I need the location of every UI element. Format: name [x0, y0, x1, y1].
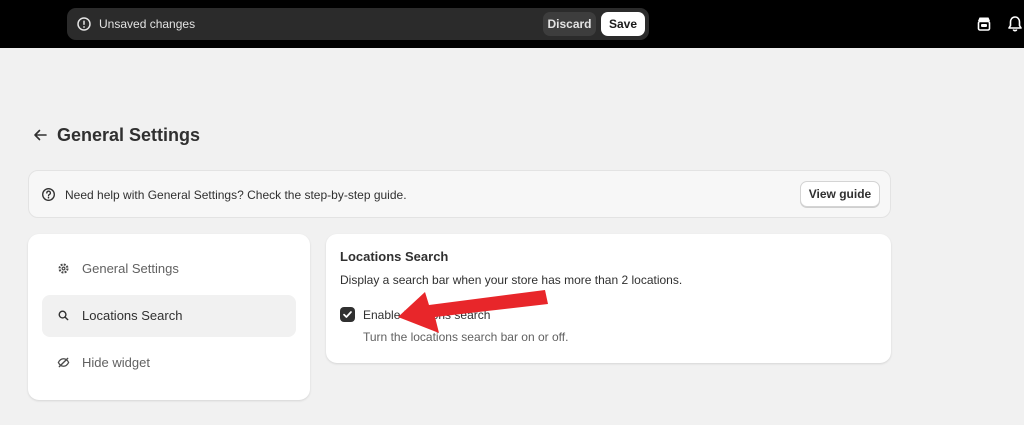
unsaved-changes-text: Unsaved changes: [99, 17, 196, 31]
page-title: General Settings: [57, 125, 201, 145]
settings-sidebar: General Settings Locations Search Hide w…: [28, 234, 310, 400]
view-guide-button[interactable]: View guide: [800, 181, 880, 207]
bell-icon[interactable]: [1005, 14, 1024, 34]
sidebar-item-hide-widget[interactable]: Hide widget: [42, 342, 296, 384]
sidebar-item-label: Hide widget: [82, 355, 150, 370]
checkmark-icon: [343, 311, 352, 318]
eye-off-icon: [57, 357, 70, 368]
sidebar-item-label: Locations Search: [82, 308, 183, 323]
sidebar-item-locations-search[interactable]: Locations Search: [42, 295, 296, 337]
alert-circle-icon: [77, 17, 91, 31]
save-button[interactable]: Save: [601, 12, 645, 36]
sidebar-item-label: General Settings: [82, 261, 179, 276]
discard-button[interactable]: Discard: [543, 12, 596, 36]
help-banner: Need help with General Settings? Check t…: [28, 170, 891, 218]
gear-icon: [58, 263, 69, 274]
top-bar: Unsaved changes Discard Save: [0, 0, 1024, 48]
question-circle-icon: [42, 188, 55, 201]
enable-locations-search-checkbox[interactable]: [340, 307, 355, 322]
unsaved-changes-bar: Unsaved changes Discard Save: [67, 8, 649, 40]
red-arrow-annotation: [398, 290, 548, 333]
section-title: Locations Search: [340, 249, 449, 264]
help-banner-text: Need help with General Settings? Check t…: [65, 188, 407, 202]
store-icon[interactable]: [974, 14, 994, 34]
search-icon: [58, 310, 69, 321]
back-arrow-icon[interactable]: [31, 126, 49, 144]
sidebar-item-general-settings[interactable]: General Settings: [42, 248, 296, 290]
